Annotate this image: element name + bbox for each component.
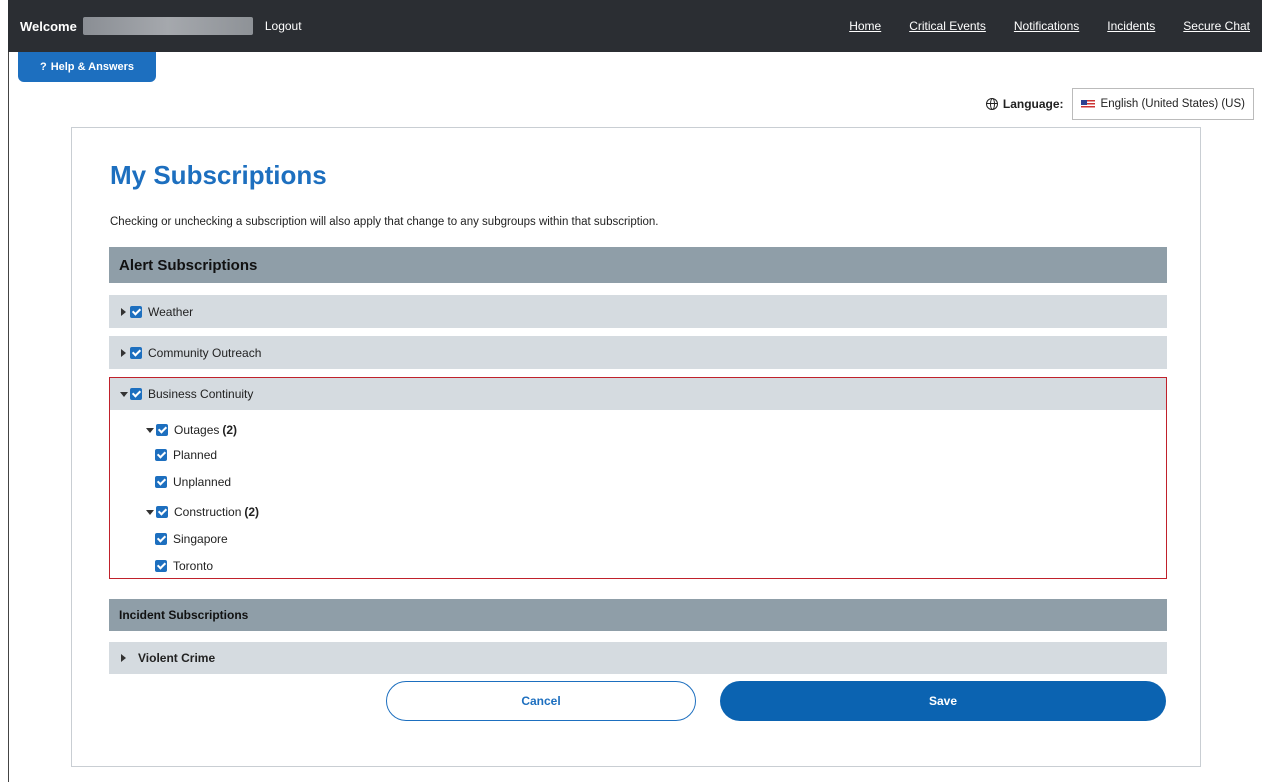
collapse-arrow-icon[interactable] (146, 427, 154, 433)
group-label: Community Outreach (148, 345, 262, 360)
subscriptions-card: My Subscriptions Checking or unchecking … (71, 127, 1201, 767)
collapse-arrow-icon[interactable] (120, 391, 128, 397)
expand-arrow-icon[interactable] (121, 654, 126, 662)
item-label: Toronto (173, 559, 214, 573)
group-label: Business Continuity (148, 387, 254, 401)
business-continuity-group: Business Continuity Outages (2) Planned … (109, 377, 1167, 579)
help-label: Help & Answers (50, 61, 135, 73)
item-label: Planned (173, 448, 218, 462)
group-community-outreach[interactable]: Community Outreach (109, 336, 1167, 369)
item-planned[interactable]: Planned (155, 448, 217, 462)
item-label: Singapore (173, 532, 228, 546)
question-icon: ? (39, 61, 47, 73)
incident-subscriptions-header: Incident Subscriptions (109, 599, 1167, 631)
subgroup-count: (2) (244, 505, 260, 519)
subgroup-construction[interactable]: Construction (2) (146, 505, 259, 519)
page-description: Checking or unchecking a subscription wi… (110, 216, 659, 228)
business-continuity-checkbox[interactable] (130, 388, 142, 400)
weather-checkbox[interactable] (130, 305, 142, 318)
expand-arrow-icon[interactable] (121, 307, 126, 316)
page-title: My Subscriptions (110, 160, 327, 190)
user-name-redacted (82, 17, 253, 35)
nav-home[interactable]: Home (849, 19, 881, 33)
item-label: Unplanned (173, 475, 232, 489)
nav-critical-events[interactable]: Critical Events (909, 19, 986, 33)
planned-checkbox[interactable] (155, 449, 167, 461)
nav-secure-chat[interactable]: Secure Chat (1183, 19, 1250, 33)
singapore-checkbox[interactable] (155, 533, 167, 545)
nav-incidents[interactable]: Incidents (1107, 19, 1155, 33)
unplanned-checkbox[interactable] (155, 476, 167, 488)
construction-checkbox[interactable] (156, 506, 168, 518)
group-weather[interactable]: Weather (109, 295, 1167, 328)
save-button[interactable]: Save (720, 681, 1166, 721)
nav-notifications[interactable]: Notifications (1014, 19, 1079, 33)
item-toronto[interactable]: Toronto (155, 559, 213, 573)
group-violent-crime[interactable]: Violent Crime (109, 642, 1167, 674)
expand-arrow-icon[interactable] (121, 348, 126, 357)
item-unplanned[interactable]: Unplanned (155, 475, 231, 489)
item-singapore[interactable]: Singapore (155, 532, 228, 546)
subgroup-label: Construction (174, 505, 242, 519)
collapse-arrow-icon[interactable] (146, 509, 154, 515)
globe-icon (985, 98, 998, 110)
outages-checkbox[interactable] (156, 424, 168, 436)
language-label: Language: (985, 97, 1064, 111)
community-outreach-checkbox[interactable] (130, 346, 142, 359)
language-value: English (United States) (US) (1100, 98, 1245, 110)
alert-subscriptions-header: Alert Subscriptions (109, 247, 1167, 283)
subgroup-outages[interactable]: Outages (2) (146, 423, 237, 437)
language-dropdown[interactable]: English (United States) (US) (1071, 88, 1254, 120)
welcome-text: Welcome (20, 18, 77, 34)
group-business-continuity[interactable]: Business Continuity (110, 378, 1166, 410)
help-answers-button[interactable]: ? Help & Answers (18, 52, 156, 82)
language-label-text: Language: (1002, 97, 1064, 111)
group-label: Weather (148, 304, 194, 319)
logout-link[interactable]: Logout (265, 19, 302, 33)
language-selector-area: Language: English (United States) (US) (985, 88, 1254, 120)
us-flag-icon (1080, 99, 1095, 109)
group-label: Violent Crime (138, 651, 216, 665)
top-navbar: Welcome Logout Home Critical Events Noti… (8, 0, 1262, 52)
main-nav: Home Critical Events Notifications Incid… (849, 19, 1250, 33)
subgroup-label: Outages (174, 423, 220, 437)
subgroup-count: (2) (222, 423, 238, 437)
cancel-button[interactable]: Cancel (386, 681, 696, 721)
toronto-checkbox[interactable] (155, 560, 167, 572)
